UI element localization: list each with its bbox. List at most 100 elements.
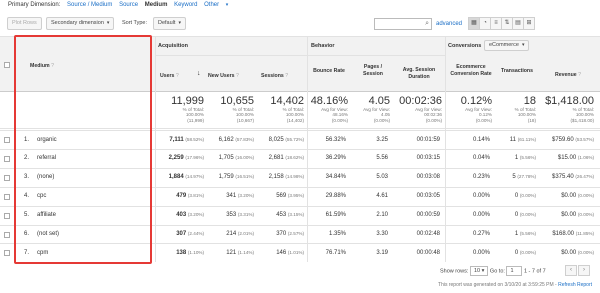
sessions-cell: 8,025 (55.72%) [256, 137, 304, 143]
goto-input[interactable]: 1 [506, 266, 523, 276]
row-checkbox[interactable] [4, 155, 10, 162]
users-cell: 479 (3.81%) [157, 193, 204, 199]
refresh-report-link[interactable]: Refresh Report [558, 282, 592, 288]
column-header-revenue[interactable]: Revenue ? [548, 72, 588, 79]
report-generated: This report was generated on 3/10/20 at … [438, 282, 592, 288]
sessions-value: 2,158 [268, 174, 284, 181]
pivot-view-icon[interactable]: ⊞ [523, 17, 535, 30]
row-checkbox[interactable] [4, 137, 10, 143]
prev-page-icon[interactable]: ‹ [565, 265, 577, 276]
conversion-rate-cell: 0.27% [472, 231, 490, 237]
revenue-value: $15.00 [557, 155, 577, 162]
show-rows-select[interactable]: 10 ▾ [469, 266, 489, 276]
plot-rows-button[interactable]: Plot Rows [7, 17, 42, 30]
pages-session-cell: 5.56 [376, 155, 388, 162]
conversions-goal-value: eCommerce [489, 42, 519, 48]
conversions-goal-dropdown[interactable]: eCommerce ▾ [484, 40, 530, 51]
view-switcher: ▦ ◔ ≡ ⇅ ▤ ⊞ [468, 17, 535, 30]
bounce-rate-cell: 36.29% [325, 155, 346, 162]
dimension-medium[interactable]: Medium [145, 2, 168, 8]
revenue-cell: $15.00 (1.06%) [538, 155, 594, 161]
total-revenue-value: $1,418.00 [545, 95, 594, 107]
users-pct: (17.96%) [185, 155, 204, 161]
chevron-down-icon: ▾ [225, 2, 229, 8]
column-header-transactions[interactable]: Transactions [498, 68, 536, 75]
conversion-rate-cell: 0.23% [472, 174, 490, 181]
revenue-cell: $168.00 (11.85%) [538, 231, 594, 237]
dimension-source[interactable]: Source [119, 2, 138, 8]
sessions-value: 8,025 [268, 136, 284, 143]
row-checkbox[interactable] [4, 231, 10, 238]
transactions-pct: (0.00%) [519, 249, 536, 255]
total-bounce-rate-value: 48.16% [310, 95, 348, 107]
group-conversions: Conversions [448, 43, 482, 49]
dimension-source-medium[interactable]: Source / Medium [67, 2, 112, 8]
new-users-value: 353 [226, 212, 237, 219]
select-all-checkbox[interactable] [4, 62, 10, 68]
primary-dimension-bar: Primary Dimension: Source / Medium Sourc… [8, 2, 238, 11]
new-users-pct: (16.00%) [235, 155, 254, 161]
advanced-link[interactable]: advanced [436, 21, 462, 27]
revenue-pct: (53.57%) [575, 136, 594, 142]
search-input[interactable]: ⌕ [374, 18, 432, 30]
help-icon[interactable]: ? [578, 72, 581, 78]
users-cell: 2,259 (17.96%) [157, 155, 204, 161]
search-icon[interactable]: ⌕ [425, 20, 429, 28]
users-cell: 307 (2.44%) [157, 231, 204, 237]
dimension-keyword[interactable]: Keyword [174, 2, 197, 8]
sort-type-dropdown[interactable]: Default ▾ [153, 17, 186, 30]
next-page-icon[interactable]: › [578, 265, 590, 276]
sessions-value: 569 [276, 193, 287, 200]
total-conversion-rate-value: 0.12% [460, 95, 492, 107]
secondary-dimension-dropdown[interactable]: Secondary dimension ▾ [46, 17, 115, 30]
duration-cell: 00:03:15 [416, 155, 440, 162]
new-users-cell: 1,759 (16.51%) [205, 174, 254, 180]
row-checkbox[interactable] [4, 212, 10, 219]
new-users-value: 341 [226, 193, 237, 200]
sessions-cell: 2,681 (18.62%) [256, 155, 304, 161]
transactions-value: 11 [509, 136, 517, 143]
revenue-pct: (0.00%) [577, 193, 594, 199]
column-header-users[interactable]: Users ? [160, 73, 179, 80]
new-users-cell: 214 (2.01%) [205, 231, 254, 237]
column-header-pages-session[interactable]: Pages / Session [358, 64, 388, 77]
bounce-rate-cell: 56.32% [325, 136, 346, 143]
revenue-value: $0.00 [561, 249, 577, 256]
help-icon[interactable]: ? [285, 73, 288, 79]
help-icon[interactable]: ? [176, 73, 179, 79]
column-header-new-users[interactable]: New Users ? [208, 73, 239, 80]
new-users-pct: (3.31%) [237, 212, 254, 218]
revenue-cell: $759.60 (53.57%) [538, 137, 594, 143]
sort-descending-icon[interactable]: ↓ [197, 70, 201, 78]
conversion-rate-cell: 0.04% [472, 155, 490, 162]
duration-cell: 00:03:05 [416, 193, 440, 200]
highlight-box [14, 35, 152, 264]
pages-session-cell: 4.61 [376, 193, 388, 200]
conversion-rate-cell: 0.00% [472, 193, 490, 200]
new-users-cell: 353 (3.31%) [205, 212, 254, 218]
pager: ‹ › [564, 265, 590, 276]
users-value: 307 [176, 231, 187, 237]
report-generated-text: This report was generated on 3/10/20 at … [438, 282, 557, 288]
revenue-pct: (1.06%) [577, 155, 594, 161]
sessions-cell: 569 (3.95%) [256, 193, 304, 199]
help-icon[interactable]: ? [236, 73, 239, 79]
total-sessions-abs: (14,402) [286, 117, 304, 123]
total-avg-session-duration: 00:02:36 Avg for View: 00:02:36 (0.00%) [392, 95, 442, 123]
column-header-sessions[interactable]: Sessions ? [261, 73, 288, 80]
dimension-other[interactable]: Other ▾ [204, 2, 233, 8]
row-checkbox[interactable] [4, 250, 10, 257]
column-header-bounce-rate[interactable]: Bounce Rate [312, 68, 346, 75]
total-conversion-rate: 0.12% Avg for View: 0.12% (0.00%) [446, 95, 492, 123]
duration-cell: 00:02:48 [416, 231, 440, 237]
transactions-cell: 0 (0.00%) [494, 250, 536, 256]
conversion-rate-cell: 0.00% [472, 249, 490, 256]
row-checkbox[interactable] [4, 174, 10, 181]
pages-session-cell: 2.10 [376, 212, 388, 219]
row-checkbox[interactable] [4, 193, 10, 200]
column-header-avg-session-duration[interactable]: Avg. Session Duration [397, 67, 441, 80]
column-header-ecommerce-conversion-rate[interactable]: Ecommerce Conversion Rate [449, 64, 493, 77]
sessions-pct: (55.72%) [285, 136, 304, 142]
sessions-pct: (1.01%) [287, 249, 304, 255]
revenue-cell: $0.00 (0.00%) [538, 250, 594, 256]
